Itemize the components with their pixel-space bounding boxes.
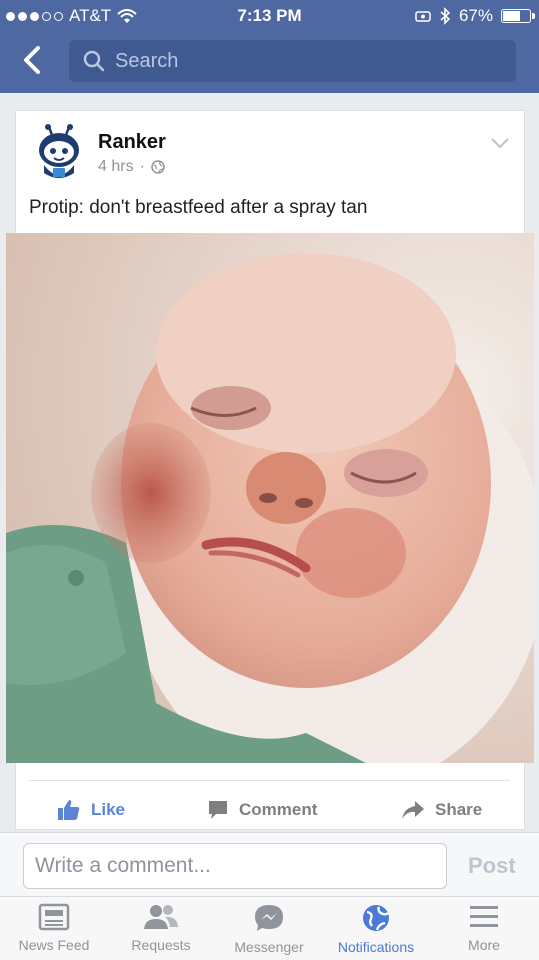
globe-icon <box>151 160 165 174</box>
comment-bubble-icon <box>209 801 227 819</box>
meta-separator: · <box>139 158 145 175</box>
like-button[interactable]: Like <box>57 792 125 828</box>
alarm-icon <box>415 11 431 22</box>
search-icon <box>83 50 105 72</box>
back-chevron-icon[interactable] <box>20 45 44 75</box>
post-comment-button[interactable]: Post <box>468 853 516 879</box>
bottom-tab-bar: News Feed Requests Messenger Notificatio… <box>0 896 539 960</box>
thumbs-up-icon <box>58 800 80 820</box>
messenger-icon <box>255 905 283 931</box>
battery-fill <box>503 11 520 21</box>
top-bar: AT&T 7:13 PM 67% <box>0 0 539 93</box>
comment-input[interactable] <box>23 843 447 889</box>
news-feed-icon <box>38 903 70 931</box>
share-label: Share <box>435 800 483 819</box>
post-actions: Like Comment Share <box>0 792 539 828</box>
search-input[interactable] <box>115 40 495 82</box>
tab-news-feed[interactable]: News Feed <box>0 903 108 953</box>
post-meta: 4 hrs · <box>98 158 165 176</box>
chevron-down-icon[interactable] <box>490 137 510 149</box>
comment-button[interactable]: Comment <box>207 792 317 828</box>
comment-label: Comment <box>239 800 318 819</box>
tab-label: More <box>468 937 500 953</box>
status-bar: AT&T 7:13 PM 67% <box>0 0 539 32</box>
tab-label: Requests <box>131 937 191 953</box>
baby-photo-illustration <box>6 233 534 763</box>
like-label: Like <box>91 800 126 819</box>
friends-icon <box>144 905 178 929</box>
tab-requests[interactable]: Requests <box>107 903 215 953</box>
ranker-avatar[interactable] <box>36 123 82 181</box>
comment-bar: Post <box>0 832 539 896</box>
search-bar[interactable] <box>69 40 516 82</box>
menu-icon <box>470 906 498 927</box>
tab-label: News Feed <box>18 937 90 953</box>
status-right: 67% <box>415 6 535 26</box>
tab-notifications[interactable]: Notifications <box>322 903 430 955</box>
battery-icon <box>501 9 535 23</box>
notifications-globe-icon <box>363 905 389 931</box>
post-photo[interactable] <box>6 233 534 763</box>
tab-label: Messenger <box>234 939 304 955</box>
tab-more[interactable]: More <box>430 903 538 953</box>
post-text: Protip: don't breastfeed after a spray t… <box>29 197 368 218</box>
share-arrow-icon <box>402 801 424 819</box>
bluetooth-icon <box>440 7 451 25</box>
actions-divider <box>28 780 510 781</box>
tab-messenger[interactable]: Messenger <box>215 903 323 955</box>
battery-percent: 67% <box>458 6 493 25</box>
post-author[interactable]: Ranker <box>98 131 166 154</box>
post-time[interactable]: 4 hrs <box>98 158 134 176</box>
share-button[interactable]: Share <box>401 792 482 828</box>
tab-label: Notifications <box>337 939 415 955</box>
